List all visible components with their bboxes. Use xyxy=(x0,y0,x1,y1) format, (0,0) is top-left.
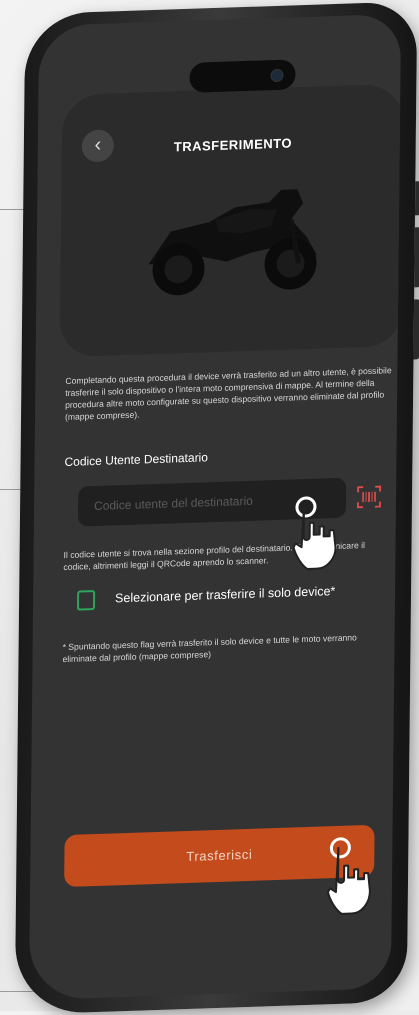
chevron-left-icon: ‹ xyxy=(94,134,101,156)
phone-side-button xyxy=(414,227,419,287)
qrcode-scan-icon[interactable] xyxy=(356,484,382,509)
back-button[interactable]: ‹ xyxy=(82,129,114,162)
header-card: ‹ TRASFERIMENTO xyxy=(60,84,401,357)
phone-frame: ‹ TRASFERIMENTO Completando questa proce… xyxy=(15,1,417,1014)
phone-side-button xyxy=(415,181,419,215)
motorcycle-image xyxy=(130,166,331,303)
tap-hand-icon xyxy=(291,491,358,573)
phone-side-button xyxy=(413,299,419,359)
device-only-label: Selezionare per trasferire il solo devic… xyxy=(115,583,375,606)
page-title: TRASFERIMENTO xyxy=(174,135,292,154)
device-only-footnote: * Spuntando questo flag verrà trasferito… xyxy=(62,630,392,665)
phone-screen: ‹ TRASFERIMENTO Completando questa proce… xyxy=(29,14,401,1000)
camera-icon xyxy=(270,69,283,82)
recipient-code-label: Codice Utente Destinatario xyxy=(64,450,208,469)
device-only-checkbox[interactable] xyxy=(77,590,95,611)
dynamic-island xyxy=(189,59,295,93)
tap-hand-icon xyxy=(326,832,397,918)
procedure-description: Completando questa procedura il device v… xyxy=(65,364,395,423)
